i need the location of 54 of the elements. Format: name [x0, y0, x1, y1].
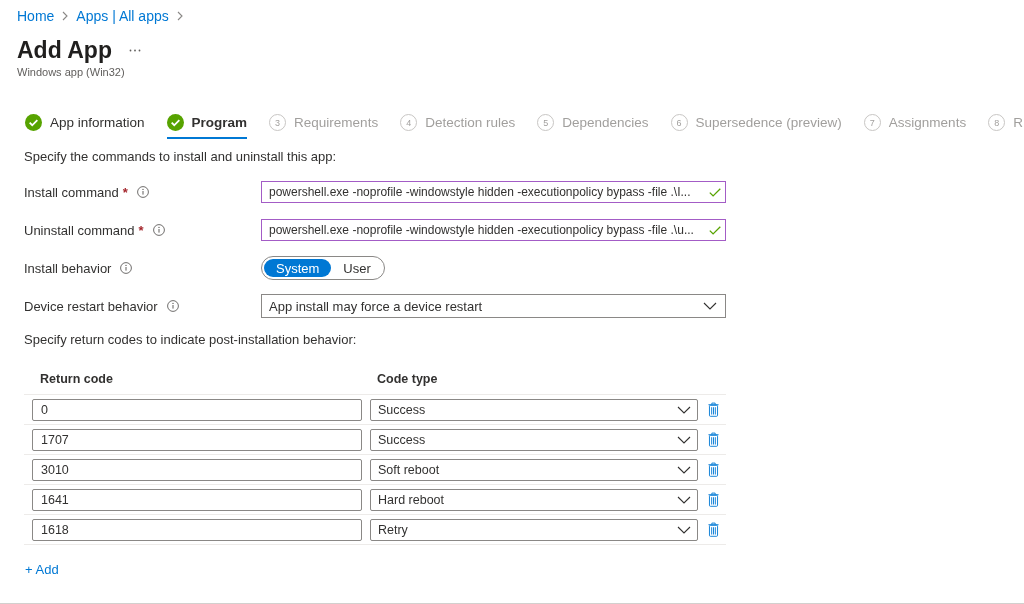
trash-icon[interactable]	[708, 402, 719, 417]
more-icon[interactable]	[128, 48, 141, 52]
chevron-down-icon	[677, 405, 691, 414]
chevron-down-icon	[677, 465, 691, 474]
wizard-step-tab[interactable]: Program	[166, 111, 248, 139]
trash-icon[interactable]	[708, 522, 719, 537]
checkmark-icon	[709, 187, 721, 197]
chevron-right-icon	[62, 11, 69, 21]
code-type-dropdown[interactable]: Success	[370, 398, 698, 421]
toggle-option[interactable]: System	[264, 259, 332, 277]
return-code-input[interactable]: 1707	[32, 428, 362, 451]
code-type-dropdown[interactable]: Hard reboot	[370, 488, 698, 511]
info-icon[interactable]	[166, 300, 179, 312]
code-type-dropdown[interactable]: Retry	[370, 518, 698, 541]
field-label: Uninstall command	[24, 222, 135, 238]
chevron-right-icon	[176, 11, 183, 21]
section-description: Specify return codes to indicate post-installation behavior:	[24, 332, 357, 348]
command-input[interactable]: powershell.exe -noprofile -windowstyle hidden -executionpolicy bypass -file .\I...	[261, 181, 726, 203]
column-header: Code type	[377, 372, 438, 386]
chevron-down-icon	[677, 525, 691, 534]
info-icon[interactable]	[120, 262, 133, 274]
trash-icon[interactable]	[708, 462, 719, 477]
chevron-down-icon	[703, 302, 717, 310]
section-description: Specify the commands to install and uninstall this app:	[24, 149, 337, 165]
trash-icon[interactable]	[708, 432, 719, 447]
command-input[interactable]: powershell.exe -noprofile -windowstyle hidden -executionpolicy bypass -file .\u...	[261, 219, 726, 241]
check-circle-icon	[166, 114, 184, 131]
add-link[interactable]: + Add	[25, 562, 59, 578]
return-code-input[interactable]: 1641	[32, 488, 362, 511]
info-icon[interactable]	[136, 186, 149, 198]
breadcrumb-link[interactable]: Home	[17, 7, 55, 25]
toggle-option[interactable]: User	[331, 259, 383, 277]
check-circle-icon	[25, 114, 42, 131]
page-title: Add App	[17, 36, 112, 65]
dropdown[interactable]: App install may force a device restart	[261, 294, 726, 318]
return-code-input[interactable]: 0	[32, 398, 362, 421]
field-label: Install command	[24, 184, 119, 200]
code-type-dropdown[interactable]: Success	[370, 428, 698, 451]
chevron-down-icon	[677, 495, 691, 504]
column-header: Return code	[40, 372, 114, 386]
chevron-down-icon	[677, 435, 691, 444]
return-code-input[interactable]: 1618	[32, 518, 362, 541]
page-subtitle: Windows app (Win32)	[17, 65, 125, 79]
required-mark: *	[122, 184, 128, 200]
checkmark-icon	[709, 225, 721, 235]
trash-icon[interactable]	[708, 492, 719, 507]
field-label: Install behavior	[24, 260, 112, 276]
return-code-input[interactable]: 3010	[32, 458, 362, 481]
info-icon[interactable]	[152, 224, 165, 236]
field-label: Device restart behavior	[24, 298, 158, 314]
wizard-step-tab[interactable]: App information	[25, 111, 145, 139]
required-mark: *	[138, 222, 144, 238]
breadcrumb-link[interactable]: Apps | All apps	[76, 7, 169, 25]
code-type-dropdown[interactable]: Soft reboot	[370, 458, 698, 481]
